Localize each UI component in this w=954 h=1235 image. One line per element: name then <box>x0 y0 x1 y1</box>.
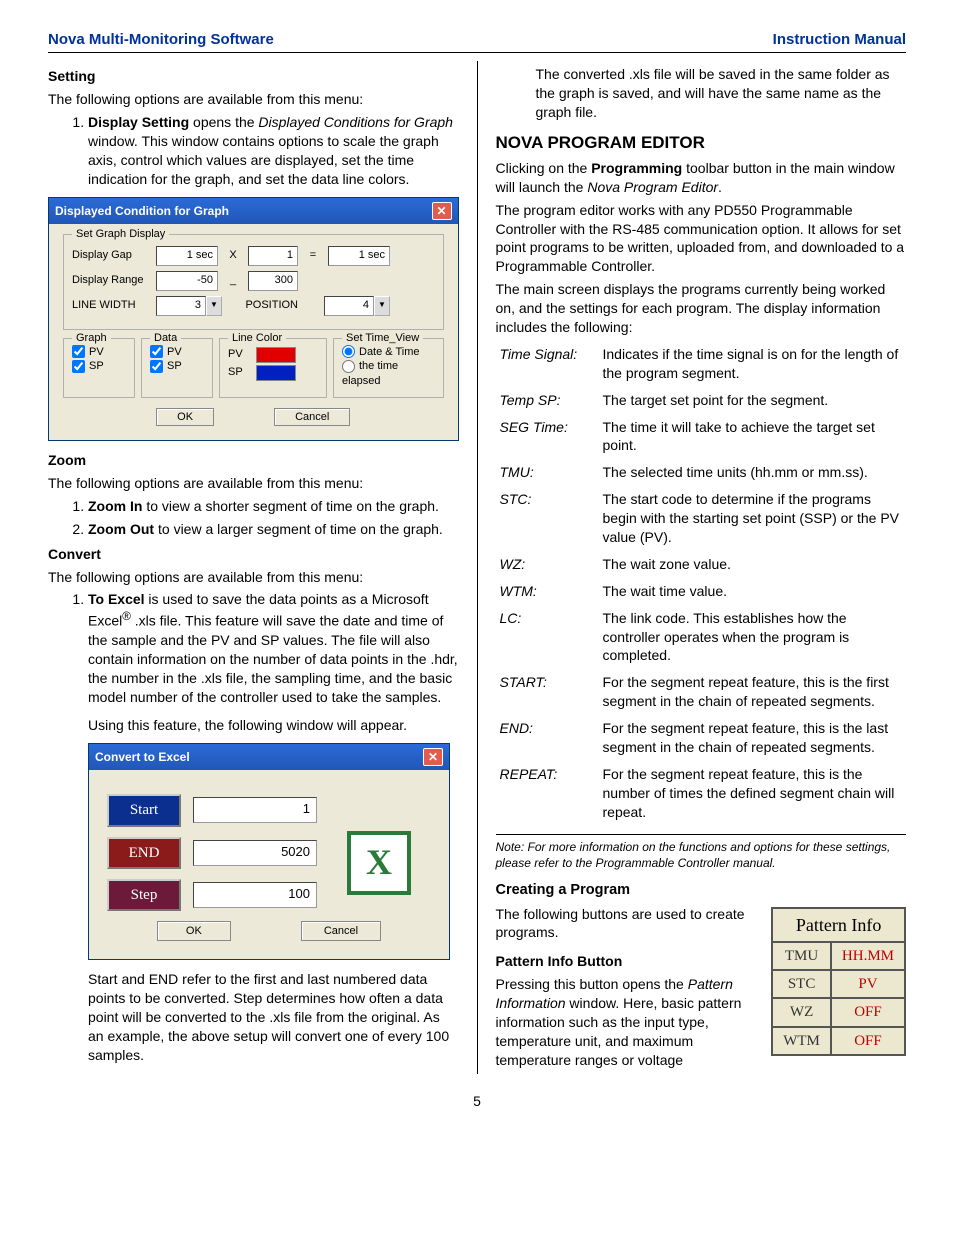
input-gap-1[interactable]: 1 sec <box>156 246 218 266</box>
cancel-button[interactable]: Cancel <box>301 921 381 941</box>
check-graph-sp[interactable]: SP <box>72 360 104 372</box>
table-row: WZ:The wait zone value. <box>496 551 907 578</box>
input-gap-result: 1 sec <box>328 246 390 266</box>
color-sp[interactable] <box>256 365 296 381</box>
table-row: TMUHH.MM <box>772 942 905 970</box>
label-position: POSITION <box>238 298 298 313</box>
table-row: REPEAT:For the segment repeat feature, t… <box>496 761 907 826</box>
editor-p1: Clicking on the Programming toolbar butt… <box>496 159 907 197</box>
chevron-down-icon[interactable]: ▼ <box>374 296 390 316</box>
radio-date-time[interactable]: Date & Time <box>342 346 420 358</box>
zoom-item-2: Zoom Out to view a larger segment of tim… <box>88 520 459 539</box>
chevron-down-icon[interactable]: ▼ <box>206 296 222 316</box>
dialog-convert-to-excel: Convert to Excel ✕ Start 1 END 5020 X St… <box>88 743 450 960</box>
ok-button[interactable]: OK <box>156 408 214 426</box>
radio-elapsed[interactable]: the time elapsed <box>342 360 398 387</box>
header-right: Instruction Manual <box>773 30 906 50</box>
input-gap-mult[interactable]: 1 <box>248 246 298 266</box>
header-left: Nova Multi-Monitoring Software <box>48 30 274 50</box>
pattern-info-table: Pattern Info TMUHH.MMSTCPVWZOFFWTMOFF <box>771 907 906 1056</box>
table-row: LC:The link code. This establishes how t… <box>496 605 907 670</box>
check-data-sp[interactable]: SP <box>150 360 182 372</box>
check-graph-pv[interactable]: PV <box>72 346 104 358</box>
excel-icon: X <box>347 831 411 895</box>
label-display-range: Display Range <box>72 273 150 288</box>
label-line-width: LINE WIDTH <box>72 298 150 313</box>
definitions-table: Time Signal:Indicates if the time signal… <box>496 341 907 826</box>
right-top-para: The converted .xls file will be saved in… <box>536 65 907 122</box>
heading-setting: Setting <box>48 67 459 86</box>
heading-creating-program: Creating a Program <box>496 881 907 901</box>
heading-convert: Convert <box>48 545 459 564</box>
table-row: WZOFF <box>772 998 905 1026</box>
table-row: SEG Time:The time it will take to achiev… <box>496 414 907 460</box>
start-button[interactable]: Start <box>107 794 181 826</box>
editor-p3: The main screen displays the programs cu… <box>496 280 907 337</box>
close-icon[interactable]: ✕ <box>432 202 452 220</box>
check-data-pv[interactable]: PV <box>150 346 182 358</box>
step-button[interactable]: Step <box>107 879 181 911</box>
table-row: WTMOFF <box>772 1027 905 1055</box>
zoom-intro: The following options are available from… <box>48 474 459 493</box>
setting-item-1: Display Setting opens the Displayed Cond… <box>88 113 459 189</box>
page-number: 5 <box>48 1092 906 1111</box>
heading-zoom: Zoom <box>48 451 459 470</box>
convert-intro: The following options are available from… <box>48 568 459 587</box>
dialog2-title: Convert to Excel <box>95 749 190 765</box>
setting-intro: The following options are available from… <box>48 90 459 109</box>
pattern-info-title[interactable]: Pattern Info <box>772 908 905 942</box>
dialog-display-conditions: Displayed Condition for Graph ✕ Set Grap… <box>48 197 459 442</box>
end-button[interactable]: END <box>107 837 181 869</box>
table-row: Temp SP:The target set point for the seg… <box>496 387 907 414</box>
zoom-item-1: Zoom In to view a shorter segment of tim… <box>88 497 459 516</box>
dialog1-title: Displayed Condition for Graph <box>55 203 229 219</box>
table-row: END:For the segment repeat feature, this… <box>496 715 907 761</box>
input-range-low[interactable]: -50 <box>156 271 218 291</box>
table-row: WTM:The wait time value. <box>496 578 907 605</box>
page-header: Nova Multi-Monitoring Software Instructi… <box>48 30 906 53</box>
table-row: STC:The start code to determine if the p… <box>496 486 907 551</box>
legend-set-time-view: Set Time_View <box>342 331 423 346</box>
color-pv[interactable] <box>256 347 296 363</box>
input-range-high[interactable]: 300 <box>248 271 298 291</box>
convert-item-1: To Excel is used to save the data points… <box>88 590 459 735</box>
convert-tail: Start and END refer to the first and las… <box>88 970 459 1064</box>
input-start[interactable]: 1 <box>193 797 317 823</box>
table-row: TMU:The selected time units (hh.mm or mm… <box>496 459 907 486</box>
legend-set-graph-display: Set Graph Display <box>72 227 169 242</box>
heading-program-editor: NOVA PROGRAM EDITOR <box>496 132 907 155</box>
ok-button[interactable]: OK <box>157 921 231 941</box>
input-end[interactable]: 5020 <box>193 840 317 866</box>
table-row: START:For the segment repeat feature, th… <box>496 669 907 715</box>
close-icon[interactable]: ✕ <box>423 748 443 766</box>
cancel-button[interactable]: Cancel <box>274 408 350 426</box>
legend-graph: Graph <box>72 331 111 346</box>
table-row: STCPV <box>772 970 905 998</box>
table-row: Time Signal:Indicates if the time signal… <box>496 341 907 387</box>
legend-line-color: Line Color <box>228 331 286 346</box>
input-position[interactable]: 4 <box>324 296 374 316</box>
note: Note: For more information on the functi… <box>496 834 907 871</box>
input-line-width[interactable]: 3 <box>156 296 206 316</box>
legend-data: Data <box>150 331 181 346</box>
editor-p2: The program editor works with any PD550 … <box>496 201 907 277</box>
label-display-gap: Display Gap <box>72 248 150 263</box>
input-step[interactable]: 100 <box>193 882 317 908</box>
